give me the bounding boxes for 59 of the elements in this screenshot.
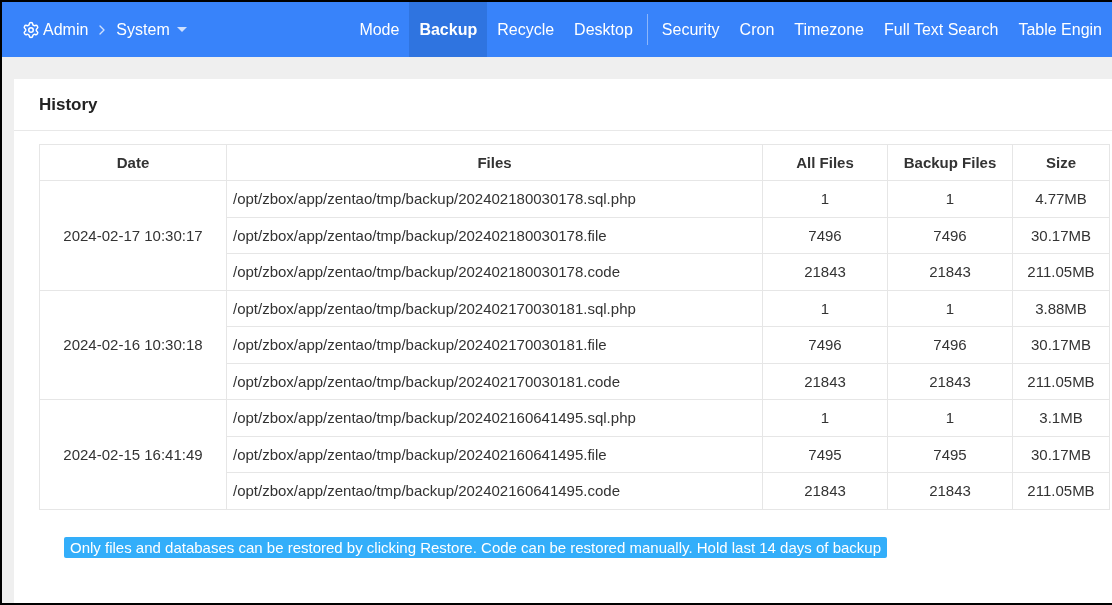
table-cell: 7496	[887, 217, 1013, 254]
nav-tab[interactable]: Security	[651, 2, 730, 57]
table-cell: 7495	[887, 436, 1013, 473]
table-cell: 1	[887, 290, 1013, 327]
table-cell: /opt/zbox/app/zentao/tmp/backup/202402160641495.file	[226, 436, 763, 473]
table-cell: 7496	[762, 326, 888, 363]
breadcrumb-link[interactable]: Admin	[22, 20, 89, 39]
table-cell: 21843	[762, 363, 888, 400]
breadcrumb-link[interactable]: System	[116, 20, 187, 39]
table-cell: /opt/zbox/app/zentao/tmp/backup/202402170030181.code	[226, 363, 763, 400]
table-cell: 21843	[887, 472, 1013, 509]
table-cell: /opt/zbox/app/zentao/tmp/backup/202402170030181.sql.php	[226, 290, 763, 327]
column-header: Backup Files	[887, 144, 1013, 181]
table-cell: 21843	[762, 253, 888, 290]
backup-notice: Only files and databases can be restored by clicking Restore. Code can be restored manually. Hold last 14 days of backup	[64, 536, 887, 558]
nav-tab[interactable]: Cron	[729, 2, 785, 57]
table-cell: 1	[762, 399, 888, 436]
column-header: All Files	[762, 144, 888, 181]
table-cell: /opt/zbox/app/zentao/tmp/backup/202402180030178.sql.php	[226, 180, 763, 217]
table-cell: 7495	[762, 436, 888, 473]
table-cell: 21843	[887, 253, 1013, 290]
table-cell: 4.77MB	[1012, 180, 1110, 217]
date-cell: 2024-02-16 10:30:18	[39, 290, 227, 400]
table-cell: 3.88MB	[1012, 290, 1110, 327]
date-cell: 2024-02-17 10:30:17	[39, 180, 227, 290]
caret-icon	[176, 27, 187, 32]
table-cell: 211.05MB	[1012, 253, 1110, 290]
table-cell: /opt/zbox/app/zentao/tmp/backup/202402180030178.file	[226, 217, 763, 254]
nav-tab[interactable]: Mode	[349, 2, 410, 57]
nav-tab[interactable]: Desktop	[564, 2, 643, 57]
table-cell: /opt/zbox/app/zentao/tmp/backup/202402180030178.code	[226, 253, 763, 290]
nav-tab[interactable]: Recycle	[487, 2, 565, 57]
table-cell: 1	[762, 180, 888, 217]
table-cell: /opt/zbox/app/zentao/tmp/backup/202402160641495.sql.php	[226, 399, 763, 436]
table-cell: 1	[762, 290, 888, 327]
table-cell: 30.17MB	[1012, 217, 1110, 254]
column-header: Size	[1012, 144, 1110, 181]
table-cell: 1	[887, 399, 1013, 436]
nav-tab[interactable]: Full Text Search	[873, 2, 1009, 57]
nav-tab[interactable]: Timezone	[784, 2, 874, 57]
table-cell: 21843	[887, 363, 1013, 400]
table-cell: 3.1MB	[1012, 399, 1110, 436]
table-cell: 211.05MB	[1012, 363, 1110, 400]
date-cell: 2024-02-15 16:41:49	[39, 399, 227, 509]
table-cell: 211.05MB	[1012, 472, 1110, 509]
settings-icon	[22, 20, 40, 39]
table-cell: 1	[887, 180, 1013, 217]
nav-tab[interactable]: Table Engin	[1008, 2, 1112, 57]
column-header: Date	[39, 144, 227, 181]
nav-tab[interactable]: Backup	[409, 2, 488, 57]
table-cell: 30.17MB	[1012, 436, 1110, 473]
column-header: Files	[226, 144, 763, 181]
table-cell: 7496	[887, 326, 1013, 363]
panel-title: History	[14, 79, 1112, 131]
table-cell: 7496	[762, 217, 888, 254]
table-cell: 30.17MB	[1012, 326, 1110, 363]
table-cell: /opt/zbox/app/zentao/tmp/backup/202402160641495.code	[226, 472, 763, 509]
table-cell: /opt/zbox/app/zentao/tmp/backup/202402170030181.file	[226, 326, 763, 363]
table-cell: 21843	[762, 472, 888, 509]
